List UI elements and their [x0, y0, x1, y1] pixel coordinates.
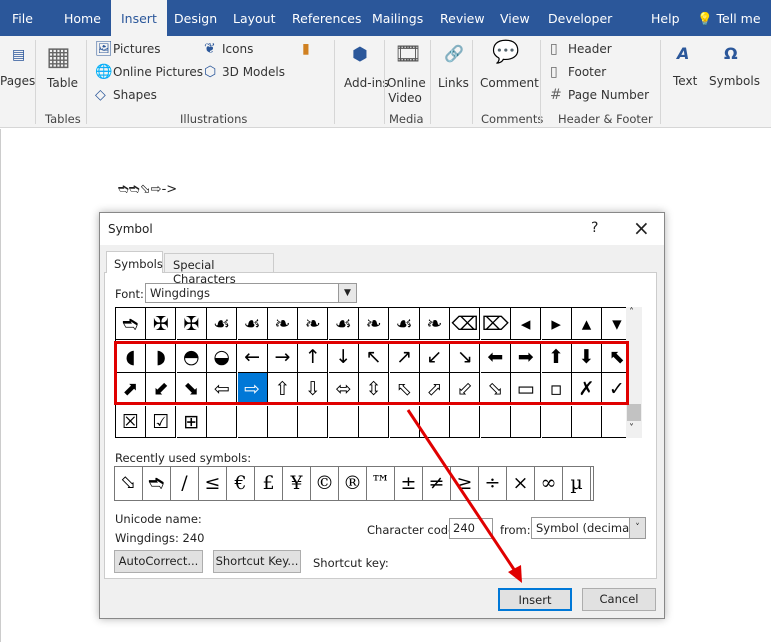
- annotation-arrow: [406, 409, 522, 583]
